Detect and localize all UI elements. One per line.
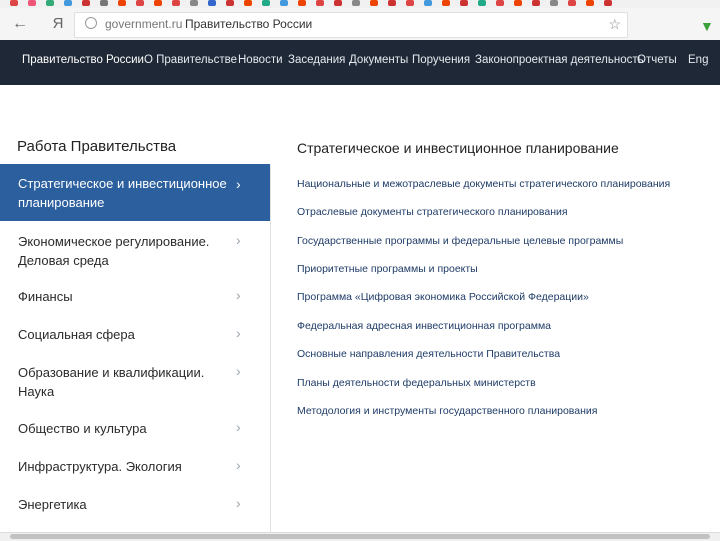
bookmark-icon[interactable] bbox=[604, 0, 612, 6]
bookmark-icon[interactable] bbox=[298, 0, 306, 6]
bookmark-icon[interactable] bbox=[172, 0, 180, 6]
bookmark-icon[interactable] bbox=[478, 0, 486, 6]
bookmark-icon[interactable] bbox=[424, 0, 432, 6]
sidebar-item-infrastructure[interactable]: Инфраструктура. Экология › bbox=[0, 452, 270, 484]
link-national-documents[interactable]: Национальные и межотраслевые документы с… bbox=[297, 178, 670, 190]
link-sectoral-documents[interactable]: Отраслевые документы стратегического пла… bbox=[297, 206, 568, 218]
bookmark-icon[interactable] bbox=[226, 0, 234, 6]
bookmark-icon[interactable] bbox=[208, 0, 216, 6]
bookmark-icon[interactable] bbox=[532, 0, 540, 6]
address-url: government.ru bbox=[105, 17, 183, 31]
bookmark-icon[interactable] bbox=[334, 0, 342, 6]
link-digital-economy[interactable]: Программа «Цифровая экономика Российской… bbox=[297, 291, 589, 303]
bookmarks-bar bbox=[0, 0, 720, 8]
sidebar-item-energy[interactable]: Энергетика › bbox=[0, 490, 270, 522]
link-state-programs[interactable]: Государственные программы и федеральные … bbox=[297, 235, 623, 247]
nav-item-news[interactable]: Новости bbox=[238, 54, 283, 66]
bookmark-icon[interactable] bbox=[64, 0, 72, 6]
link-priority-programs[interactable]: Приоритетные программы и проекты bbox=[297, 263, 478, 275]
nav-item-legislation[interactable]: Законопроектная деятельность bbox=[475, 54, 644, 66]
bookmark-icon[interactable] bbox=[190, 0, 198, 6]
bookmark-icon[interactable] bbox=[550, 0, 558, 6]
sidebar-item-label: Стратегическое и инвестиционное планиров… bbox=[18, 176, 227, 210]
bookmark-icon[interactable] bbox=[442, 0, 450, 6]
sidebar-item-strategic-planning[interactable]: Стратегическое и инвестиционное планиров… bbox=[0, 164, 270, 221]
chevron-right-icon: › bbox=[236, 325, 241, 341]
address-bar[interactable]: government.ru Правительство России ☆ bbox=[74, 12, 628, 38]
bookmark-icon[interactable] bbox=[244, 0, 252, 6]
nav-item-meetings[interactable]: Заседания bbox=[288, 54, 345, 66]
globe-icon bbox=[85, 17, 97, 29]
link-investment-program[interactable]: Федеральная адресная инвестиционная прог… bbox=[297, 320, 551, 332]
bookmark-icon[interactable] bbox=[388, 0, 396, 6]
chevron-right-icon: › bbox=[236, 457, 241, 473]
nav-item-reports[interactable]: Отчеты bbox=[637, 54, 677, 66]
link-planning-methodology[interactable]: Методология и инструменты государственно… bbox=[297, 405, 597, 417]
nav-item-documents[interactable]: Документы bbox=[349, 54, 408, 66]
sidebar-item-label: Инфраструктура. Экология bbox=[18, 459, 182, 474]
nav-item-about[interactable]: О Правительстве bbox=[144, 54, 237, 66]
menu-icon[interactable]: ▼ bbox=[700, 18, 716, 34]
chevron-right-icon: › bbox=[236, 287, 241, 303]
bookmark-icon[interactable] bbox=[82, 0, 90, 6]
sidebar-item-label: Энергетика bbox=[18, 497, 87, 512]
sidebar-item-economic-regulation[interactable]: Экономическое регулирование. Деловая сре… bbox=[0, 224, 270, 272]
sidebar-item-label: Финансы bbox=[18, 289, 73, 304]
star-icon[interactable]: ☆ bbox=[608, 16, 621, 33]
sidebar-item-label: Социальная сфера bbox=[18, 327, 135, 342]
nav-brand[interactable]: Правительство России bbox=[22, 54, 144, 66]
bookmark-icon[interactable] bbox=[514, 0, 522, 6]
chevron-right-icon: › bbox=[236, 419, 241, 435]
bookmark-icon[interactable] bbox=[406, 0, 414, 6]
scrollbar-thumb[interactable] bbox=[10, 534, 710, 539]
nav-item-orders[interactable]: Поручения bbox=[412, 54, 470, 66]
sidebar-item-finance[interactable]: Финансы › bbox=[0, 282, 270, 314]
bookmark-icon[interactable] bbox=[496, 0, 504, 6]
bookmark-icon[interactable] bbox=[262, 0, 270, 6]
bookmark-icon[interactable] bbox=[10, 0, 18, 6]
sidebar-item-culture[interactable]: Общество и культура › bbox=[0, 414, 270, 446]
chevron-right-icon: › bbox=[236, 232, 241, 248]
bookmark-icon[interactable] bbox=[568, 0, 576, 6]
sidebar-item-label: Образование и квалификации. Наука bbox=[18, 365, 205, 399]
sidebar-item-social[interactable]: Социальная сфера › bbox=[0, 320, 270, 352]
sidebar-title: Работа Правительства bbox=[17, 138, 177, 155]
bookmark-icon[interactable] bbox=[280, 0, 288, 6]
chevron-right-icon: › bbox=[236, 176, 241, 192]
bookmark-icon[interactable] bbox=[28, 0, 36, 6]
bookmark-icon[interactable] bbox=[136, 0, 144, 6]
address-page-title: Правительство России bbox=[185, 17, 313, 31]
bookmark-icon[interactable] bbox=[100, 0, 108, 6]
bookmark-icon[interactable] bbox=[586, 0, 594, 6]
browser-toolbar: ← Я government.ru Правительство России ☆… bbox=[0, 8, 720, 41]
bookmark-icon[interactable] bbox=[370, 0, 378, 6]
bookmark-icon[interactable] bbox=[154, 0, 162, 6]
bookmark-icon[interactable] bbox=[118, 0, 126, 6]
link-ministry-plans[interactable]: Планы деятельности федеральных министерс… bbox=[297, 377, 536, 389]
sidebar-item-education[interactable]: Образование и квалификации. Наука › bbox=[0, 356, 270, 404]
chevron-right-icon: › bbox=[236, 495, 241, 511]
page-title: Стратегическое и инвестиционное планиров… bbox=[297, 140, 619, 156]
sidebar-divider bbox=[270, 165, 271, 535]
back-button[interactable]: ← bbox=[10, 14, 30, 34]
bookmark-icon[interactable] bbox=[460, 0, 468, 6]
chevron-right-icon: › bbox=[236, 363, 241, 379]
sidebar-item-label: Общество и культура bbox=[18, 421, 147, 436]
yandex-button[interactable]: Я bbox=[48, 14, 68, 34]
nav-item-eng[interactable]: Eng bbox=[688, 54, 708, 66]
bookmark-icon[interactable] bbox=[46, 0, 54, 6]
sidebar-item-label: Экономическое регулирование. Деловая сре… bbox=[18, 234, 210, 268]
link-government-directions[interactable]: Основные направления деятельности Правит… bbox=[297, 348, 560, 360]
bookmark-icon[interactable] bbox=[352, 0, 360, 6]
bookmark-icon[interactable] bbox=[316, 0, 324, 6]
site-navigation: Правительство России О Правительстве Нов… bbox=[0, 40, 720, 85]
